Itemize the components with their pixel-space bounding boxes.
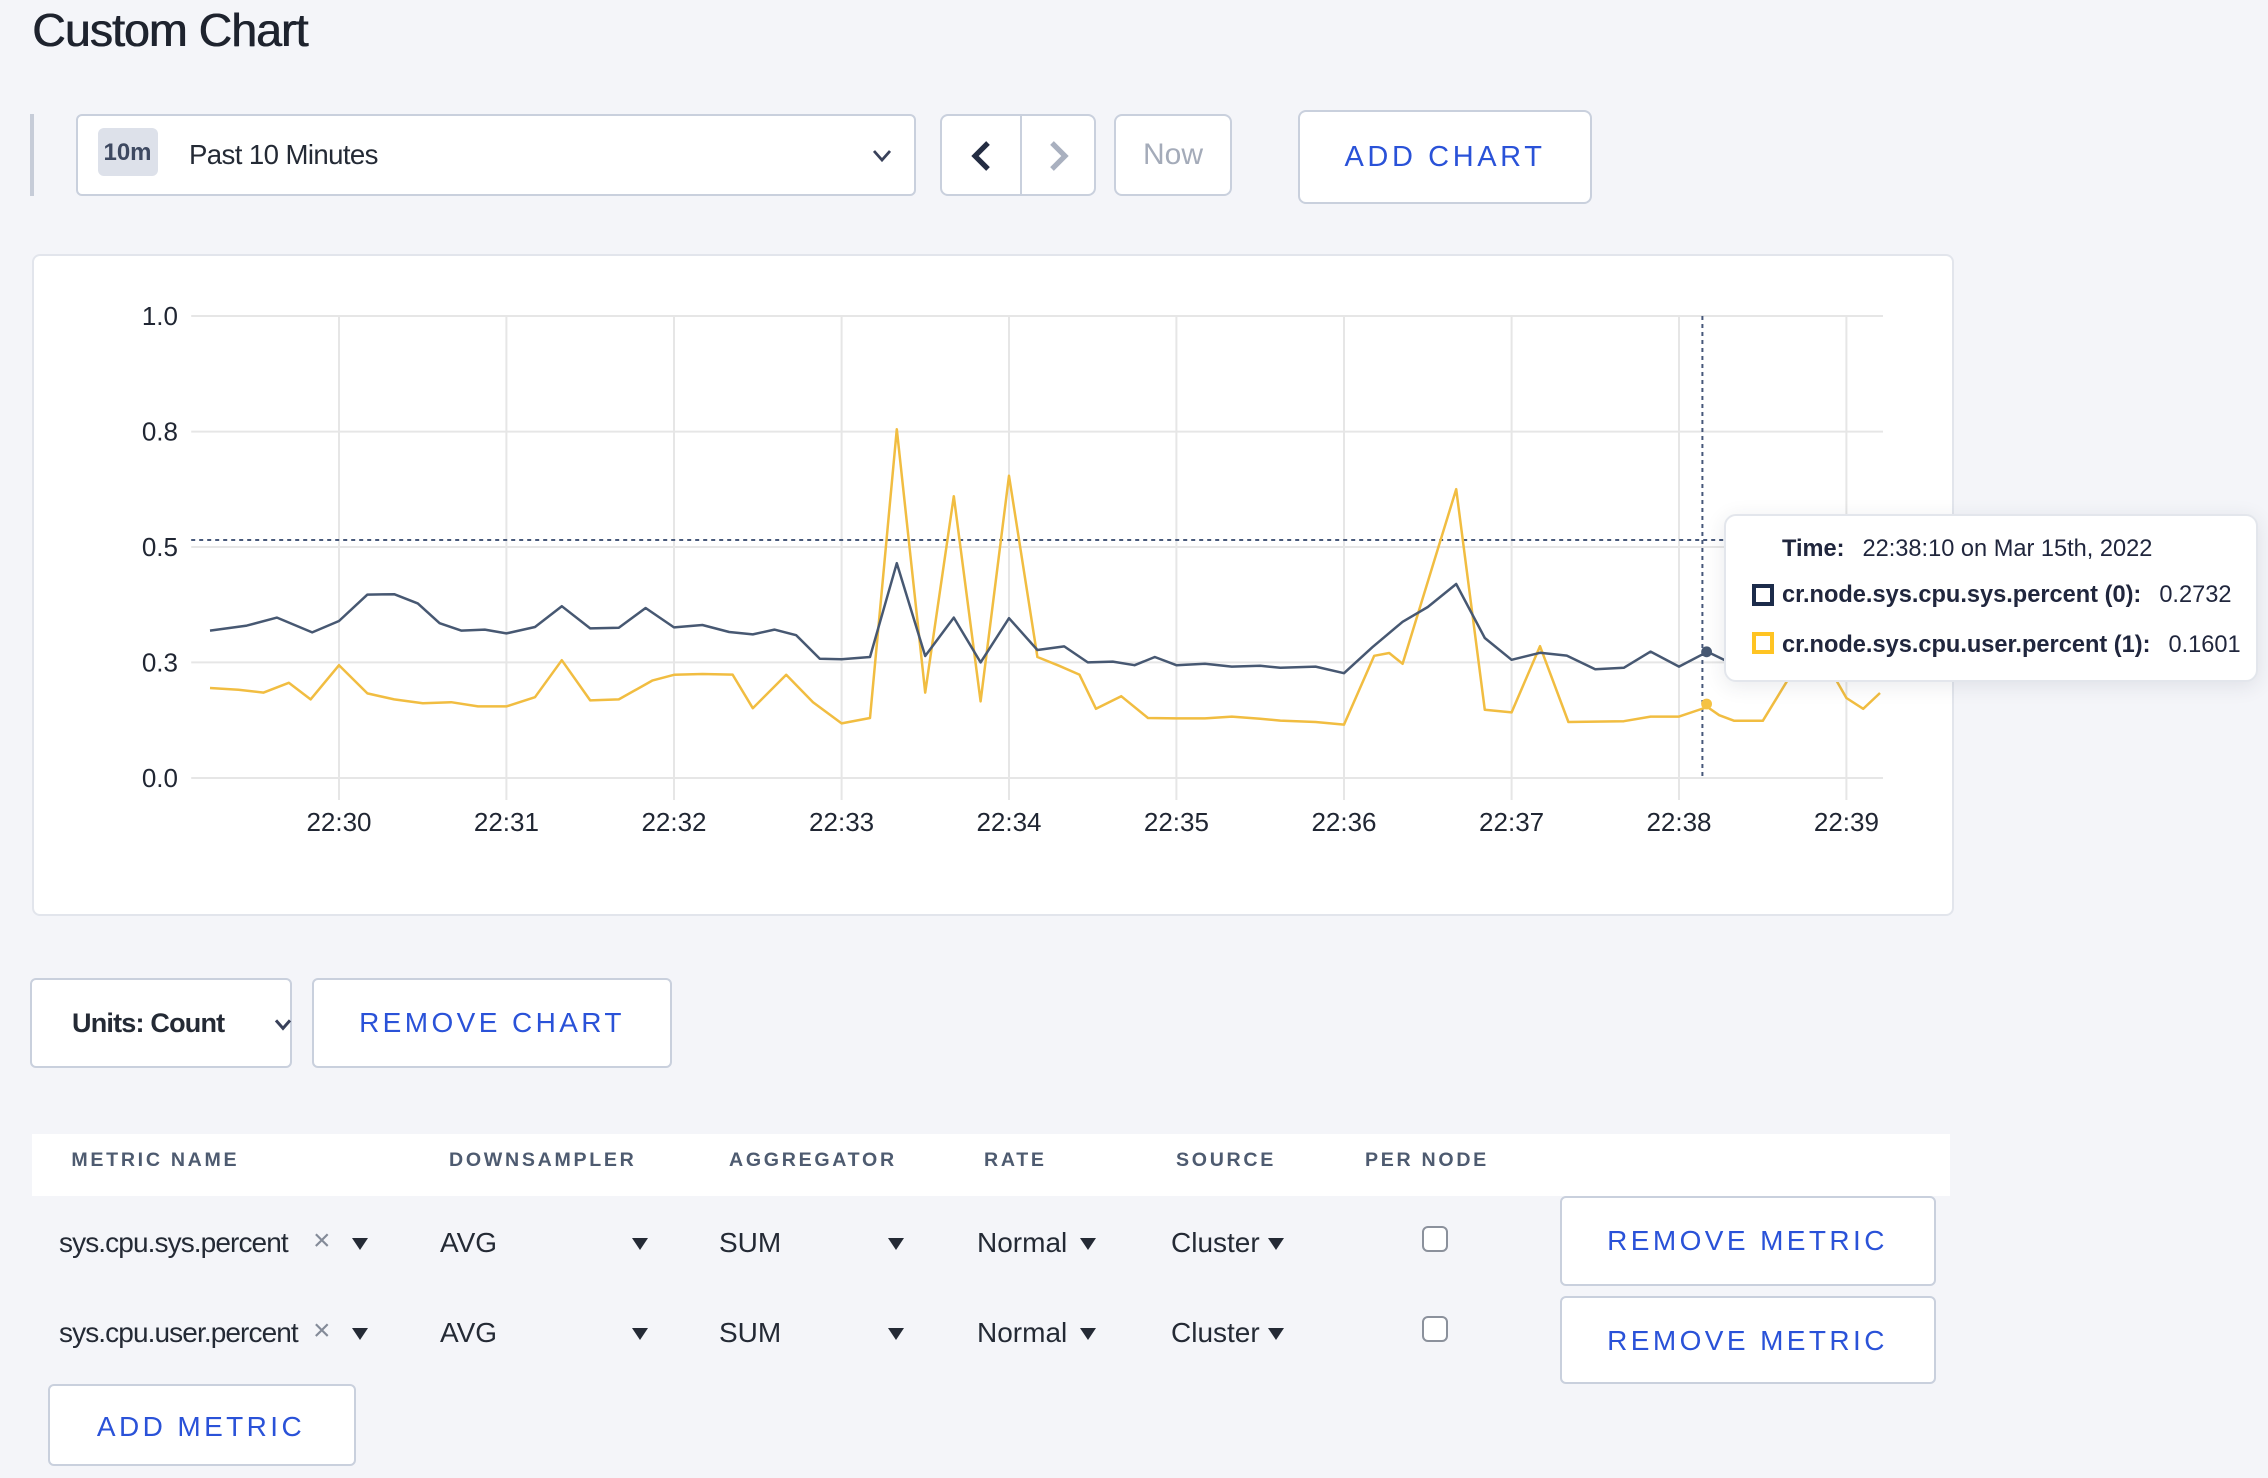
svg-text:22:34: 22:34	[976, 807, 1041, 837]
svg-text:22:37: 22:37	[1479, 807, 1544, 837]
svg-text:22:35: 22:35	[1144, 807, 1209, 837]
svg-text:22:36: 22:36	[1311, 807, 1376, 837]
svg-text:22:31: 22:31	[474, 807, 539, 837]
svg-text:0.8: 0.8	[142, 416, 178, 446]
svg-text:0.0: 0.0	[142, 763, 178, 793]
svg-text:22:39: 22:39	[1814, 807, 1879, 837]
svg-text:22:38: 22:38	[1646, 807, 1711, 837]
svg-text:22:30: 22:30	[306, 807, 371, 837]
svg-text:22:33: 22:33	[809, 807, 874, 837]
svg-text:1.0: 1.0	[142, 301, 178, 331]
svg-text:22:32: 22:32	[641, 807, 706, 837]
svg-text:0.3: 0.3	[142, 648, 178, 678]
svg-text:0.5: 0.5	[142, 532, 178, 562]
